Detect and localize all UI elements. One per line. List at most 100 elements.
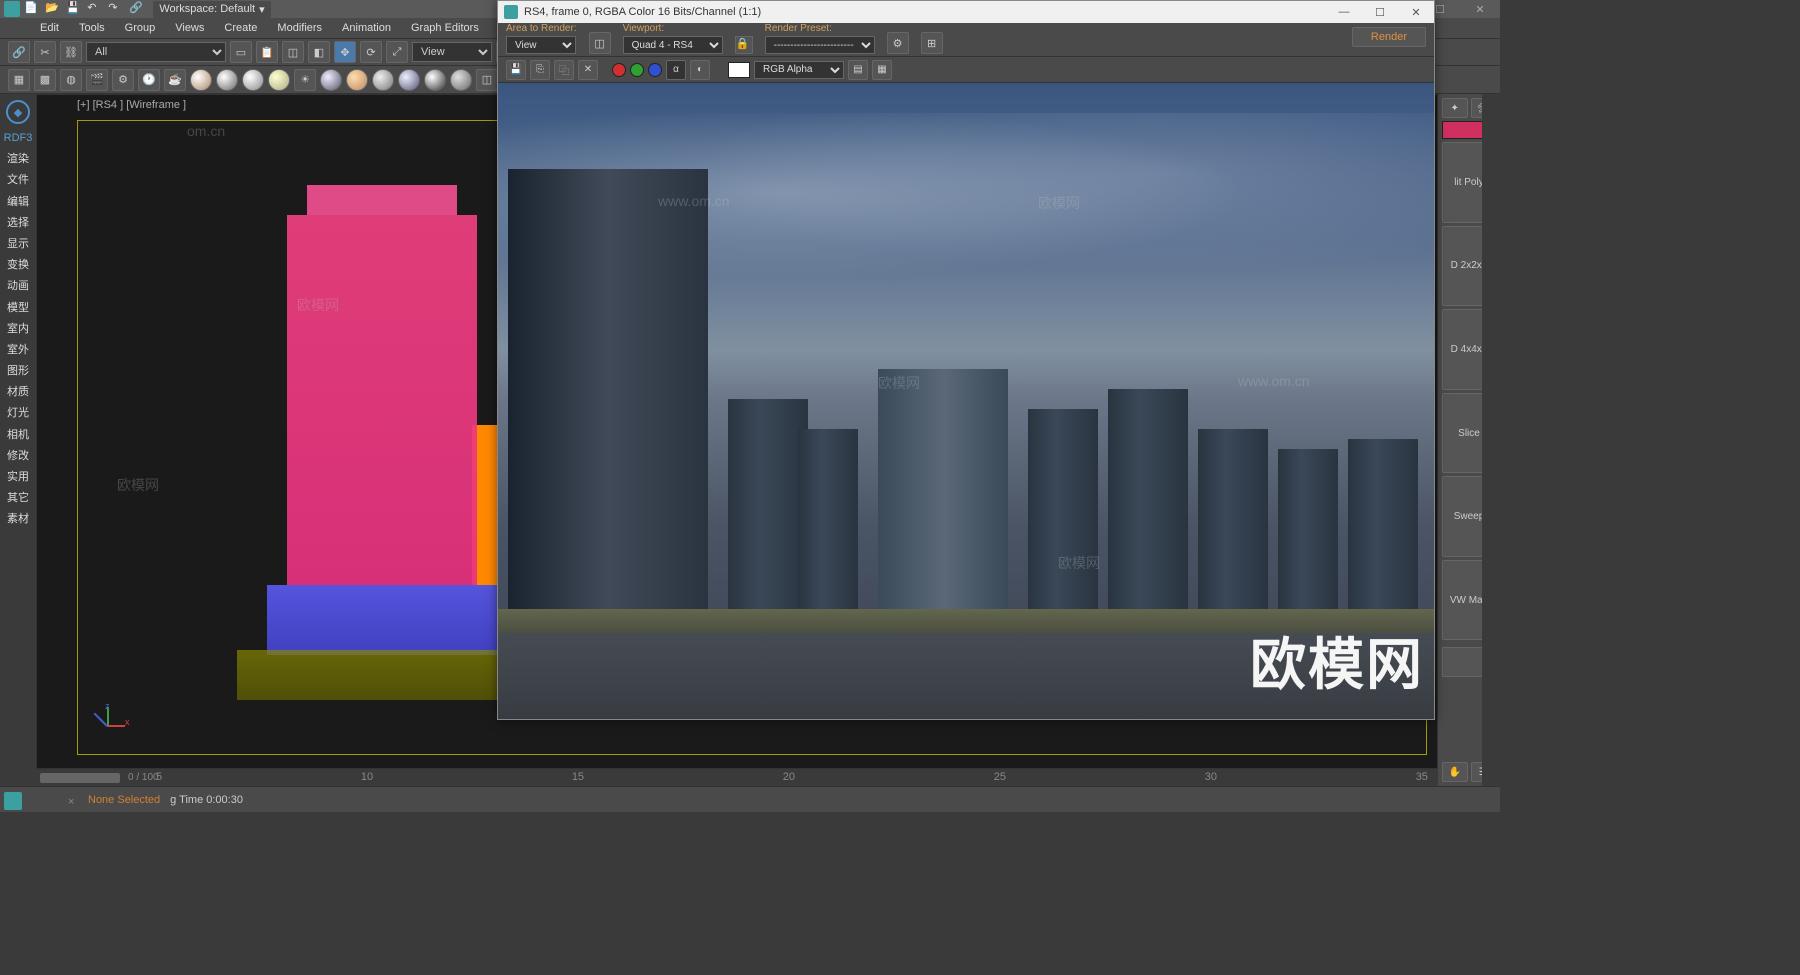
- sidebar-item-other[interactable]: 其它: [7, 492, 29, 505]
- scale-icon[interactable]: ⤢: [386, 41, 408, 63]
- clone-frame-icon[interactable]: ⿻: [554, 60, 574, 80]
- sphere3-icon[interactable]: [242, 69, 264, 91]
- channel-red-icon[interactable]: [612, 63, 626, 77]
- menu-group[interactable]: Group: [115, 22, 166, 34]
- cp-tab-create-icon[interactable]: ✦: [1442, 98, 1468, 118]
- select-link-icon[interactable]: 🔗: [8, 41, 30, 63]
- area-edit-region-icon[interactable]: ◫: [589, 32, 611, 54]
- sun-icon[interactable]: ☀: [294, 69, 316, 91]
- mono-toggle-icon[interactable]: ◐: [690, 60, 710, 80]
- select-move-icon[interactable]: ✥: [334, 41, 356, 63]
- sidebar-item-util[interactable]: 实用: [7, 471, 29, 484]
- sidebar-label-rdf3[interactable]: RDF3: [4, 132, 33, 145]
- rotate-icon[interactable]: ⟳: [360, 41, 382, 63]
- render-output-canvas[interactable]: www.om.cn 欧模网 欧模网 www.om.cn 欧模网 欧模网: [498, 83, 1434, 719]
- render-button[interactable]: Render: [1352, 27, 1426, 47]
- render-preset-select[interactable]: -------------------------: [765, 36, 875, 54]
- qa-open-icon[interactable]: 📂: [45, 1, 61, 17]
- area-to-render-select[interactable]: View: [506, 36, 576, 54]
- sidebar-item-light[interactable]: 灯光: [7, 407, 29, 420]
- qa-link-icon[interactable]: 🔗: [129, 1, 145, 17]
- ref-coord-system[interactable]: View: [412, 42, 492, 62]
- app-close-button[interactable]: ✕: [1460, 0, 1500, 18]
- menu-tools[interactable]: Tools: [69, 22, 115, 34]
- sphere1-icon[interactable]: [190, 69, 212, 91]
- copy-image-icon[interactable]: ⎘: [530, 60, 550, 80]
- toggle-ui-1-icon[interactable]: ▤: [848, 60, 868, 80]
- menu-views[interactable]: Views: [165, 22, 214, 34]
- quick-access-toolbar[interactable]: 📄 📂 💾 ↶ ↷ 🔗: [24, 1, 147, 17]
- viewport-lock-icon[interactable]: 🔒: [735, 36, 753, 54]
- delete-frame-icon[interactable]: ✕: [578, 60, 598, 80]
- unlink-icon[interactable]: ✂: [34, 41, 56, 63]
- sidebar-item-render[interactable]: 渲染: [7, 153, 29, 166]
- menu-animation[interactable]: Animation: [332, 22, 401, 34]
- sidebar-item-file[interactable]: 文件: [7, 174, 29, 187]
- preset-lock-icon[interactable]: ⊞: [921, 32, 943, 54]
- bind-icon[interactable]: ⛓: [60, 41, 82, 63]
- sphere4-icon[interactable]: [268, 69, 290, 91]
- menu-modifiers[interactable]: Modifiers: [267, 22, 332, 34]
- channel-blue-icon[interactable]: [648, 63, 662, 77]
- select-by-name-icon[interactable]: 📋: [256, 41, 278, 63]
- sidebar-item-exterior[interactable]: 室外: [7, 344, 29, 357]
- sidebar-item-assets[interactable]: 素材: [7, 513, 29, 526]
- render-window-close-button[interactable]: ✕: [1398, 1, 1434, 23]
- bg-color-swatch[interactable]: [728, 62, 750, 78]
- tbr2-a[interactable]: ▦: [8, 69, 30, 91]
- sphere5-icon[interactable]: [320, 69, 342, 91]
- tbr2-d[interactable]: 🎬: [86, 69, 108, 91]
- sphere2-icon[interactable]: [216, 69, 238, 91]
- sphere6-icon[interactable]: [346, 69, 368, 91]
- time-slider-track[interactable]: 0 / 100 5101520253035: [36, 768, 1438, 786]
- tbr2-b[interactable]: ▩: [34, 69, 56, 91]
- qa-save-icon[interactable]: 💾: [66, 1, 82, 17]
- sidebar-item-transform[interactable]: 变换: [7, 259, 29, 272]
- save-image-icon[interactable]: 💾: [506, 60, 526, 80]
- sphere9-icon[interactable]: [424, 69, 446, 91]
- viewport-select[interactable]: Quad 4 - RS4: [623, 36, 723, 54]
- qa-undo-icon[interactable]: ↶: [87, 1, 103, 17]
- sidebar-item-camera[interactable]: 相机: [7, 429, 29, 442]
- render-window-min-button[interactable]: —: [1326, 1, 1362, 23]
- select-icon[interactable]: ▭: [230, 41, 252, 63]
- selection-filter[interactable]: All: [86, 42, 226, 62]
- qa-redo-icon[interactable]: ↷: [108, 1, 124, 17]
- workspace-selector[interactable]: Workspace: Default ▾: [153, 1, 270, 18]
- channel-display-select[interactable]: RGB Alpha: [754, 61, 844, 79]
- window-crossing-icon[interactable]: ◧: [308, 41, 330, 63]
- channel-alpha-icon[interactable]: α: [666, 60, 686, 80]
- channel-green-icon[interactable]: [630, 63, 644, 77]
- menu-edit[interactable]: Edit: [30, 22, 69, 34]
- tbr2-c[interactable]: ◍: [60, 69, 82, 91]
- tbr2-e[interactable]: ⚙: [112, 69, 134, 91]
- sidebar-item-material[interactable]: 材质: [7, 386, 29, 399]
- sidebar-item-modify[interactable]: 修改: [7, 450, 29, 463]
- sidebar-item-interior[interactable]: 室内: [7, 323, 29, 336]
- sidebar-item-model[interactable]: 模型: [7, 302, 29, 315]
- sidebar-top-icon[interactable]: ◆: [6, 100, 30, 124]
- time-slider-thumb[interactable]: [40, 773, 120, 783]
- sphere7-icon[interactable]: [372, 69, 394, 91]
- sidebar-item-display[interactable]: 显示: [7, 238, 29, 251]
- sidebar-item-shape[interactable]: 图形: [7, 365, 29, 378]
- sphere10-icon[interactable]: [450, 69, 472, 91]
- render-frame-window[interactable]: RS4, frame 0, RGBA Color 16 Bits/Channel…: [497, 0, 1435, 720]
- preset-settings-icon[interactable]: ⚙: [887, 32, 909, 54]
- sidebar-item-select[interactable]: 选择: [7, 217, 29, 230]
- qa-new-icon[interactable]: 📄: [24, 1, 40, 17]
- menu-create[interactable]: Create: [214, 22, 267, 34]
- maxscript-mini-listener-icon[interactable]: [4, 792, 22, 810]
- sidebar-item-anim[interactable]: 动画: [7, 280, 29, 293]
- tbr2-teapot-icon[interactable]: ☕: [164, 69, 186, 91]
- tbr2-box1[interactable]: ◫: [476, 69, 498, 91]
- render-window-max-button[interactable]: ☐: [1362, 1, 1398, 23]
- render-window-titlebar[interactable]: RS4, frame 0, RGBA Color 16 Bits/Channel…: [498, 1, 1434, 23]
- menu-graph-editors[interactable]: Graph Editors: [401, 22, 489, 34]
- sidebar-item-edit[interactable]: 编辑: [7, 196, 29, 209]
- listener-close-icon[interactable]: ×: [68, 796, 74, 808]
- sphere8-icon[interactable]: [398, 69, 420, 91]
- toggle-ui-2-icon[interactable]: ▦: [872, 60, 892, 80]
- tbr2-f[interactable]: 🕐: [138, 69, 160, 91]
- cp-hand-icon[interactable]: ✋: [1442, 762, 1468, 782]
